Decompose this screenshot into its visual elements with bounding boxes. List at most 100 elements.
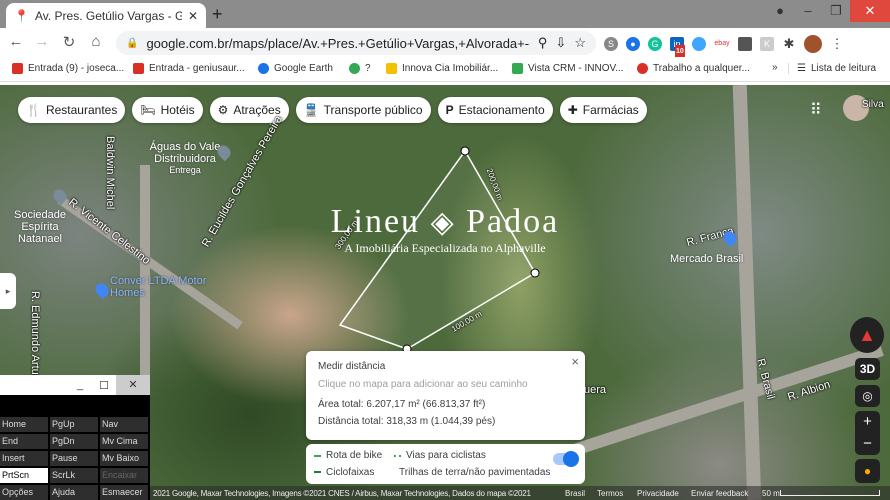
legend-label: Ciclofaixas bbox=[326, 467, 374, 478]
osk-key[interactable]: PgUp bbox=[50, 417, 98, 432]
ebay-extension-icon[interactable]: ebay bbox=[714, 37, 730, 51]
restore-button[interactable]: ❐ bbox=[822, 0, 850, 22]
new-tab-button[interactable]: + bbox=[212, 4, 223, 25]
compass-button[interactable]: ▲ bbox=[850, 317, 884, 353]
grammarly-extension-icon[interactable]: G bbox=[648, 37, 662, 51]
linkedin-extension-icon[interactable]: in10 bbox=[670, 37, 684, 51]
close-button[interactable]: ✕ bbox=[116, 375, 150, 395]
bike-layer-toggle[interactable] bbox=[553, 453, 577, 465]
watermark-tagline: A Imobiliária Especializada no Alphavill… bbox=[310, 241, 580, 256]
blue-extension-icon[interactable]: ● bbox=[626, 37, 640, 51]
maximize-button[interactable]: ☐ bbox=[92, 379, 116, 392]
green-circle-icon bbox=[349, 63, 360, 74]
measure-hint: Clique no mapa para adicionar ao seu cam… bbox=[318, 379, 573, 390]
k-extension-icon[interactable]: K bbox=[760, 37, 774, 51]
side-panel-toggle[interactable]: ▸ bbox=[0, 273, 16, 309]
trabalho-icon bbox=[637, 63, 648, 74]
osk-key[interactable]: Home bbox=[0, 417, 48, 432]
close-window-button[interactable]: ✕ bbox=[850, 0, 890, 22]
watermark-name: Lineu bbox=[331, 203, 420, 240]
osk-key[interactable]: Mv Cima bbox=[100, 434, 148, 449]
terms-link[interactable]: Termos bbox=[597, 489, 623, 498]
location-target-icon: ◎ bbox=[862, 389, 872, 403]
poi-label: Águas do Vale Distribuidora bbox=[150, 141, 221, 165]
measure-title: Medir distância bbox=[318, 361, 573, 372]
tab-title: Av. Pres. Getúlio Vargas - Google bbox=[35, 9, 182, 23]
bookmark[interactable]: ? bbox=[349, 63, 371, 74]
extensions: S ● G in10 ebay K ✱ ⋮ bbox=[604, 35, 884, 53]
osk-key[interactable]: PrtScn bbox=[0, 468, 48, 483]
close-tab-icon[interactable]: ✕ bbox=[188, 9, 198, 23]
install-icon[interactable]: ⇩ bbox=[555, 35, 566, 51]
watermark-name: Padoa bbox=[466, 203, 559, 240]
google-earth-icon bbox=[258, 63, 269, 74]
osk-key[interactable]: PgDn bbox=[50, 434, 98, 449]
osk-key[interactable]: Opções bbox=[0, 485, 48, 500]
poi-sublabel: Entrega bbox=[140, 165, 230, 175]
reload-icon[interactable]: ↻ bbox=[61, 33, 77, 51]
legend-label: Trilhas de terra/não pavimentadas bbox=[399, 467, 550, 478]
minimize-button[interactable]: _ bbox=[68, 379, 92, 391]
gmail-icon bbox=[133, 63, 144, 74]
home-icon[interactable]: ⌂ bbox=[88, 33, 104, 50]
close-icon[interactable]: × bbox=[571, 354, 579, 369]
osk-key[interactable]: Esmaecer bbox=[100, 485, 148, 500]
privacy-link[interactable]: Privacidade bbox=[637, 489, 679, 498]
osk-key[interactable]: End bbox=[0, 434, 48, 449]
measure-point[interactable] bbox=[461, 147, 469, 155]
zoom-out-button[interactable]: − bbox=[855, 433, 880, 455]
legend-item: Trilhas de terra/não pavimentadas bbox=[394, 466, 544, 480]
poi-aguas-do-vale[interactable]: Águas do Vale DistribuidoraEntrega bbox=[140, 141, 230, 175]
3d-button[interactable]: 3D bbox=[855, 358, 880, 380]
more-bookmarks-button[interactable]: » bbox=[772, 62, 778, 73]
legend-label: Rota de bike bbox=[326, 450, 382, 461]
star-icon[interactable]: ☆ bbox=[574, 35, 586, 51]
poi-mercado-brasil[interactable]: Mercado Brasil bbox=[670, 253, 743, 265]
address-toolbar: ← → ↻ ⌂ 🔒 google.com.br/maps/place/Av.+P… bbox=[0, 28, 890, 57]
bookmark-label: Innova Cia Imobiliár... bbox=[402, 63, 498, 74]
poi-sociedade[interactable]: Sociedade Espírita Natanael bbox=[0, 209, 80, 245]
bookmark[interactable]: Vista CRM - INNOV... bbox=[512, 63, 624, 74]
osk-key[interactable]: Pause bbox=[50, 451, 98, 466]
my-location-button[interactable]: ◎ bbox=[855, 385, 880, 407]
address-bar[interactable]: 🔒 google.com.br/maps/place/Av.+Pres.+Get… bbox=[116, 31, 596, 55]
feedback-link[interactable]: Enviar feedback bbox=[691, 489, 748, 498]
minimize-button[interactable]: – bbox=[794, 0, 822, 22]
forward-icon[interactable]: → bbox=[34, 33, 50, 50]
osk-key[interactable]: Mv Baixo bbox=[100, 451, 148, 466]
distance-total: Distância total: 318,33 m (1.044,39 pés) bbox=[318, 416, 573, 427]
bookmark[interactable]: Innova Cia Imobiliár... bbox=[386, 63, 498, 74]
avatar[interactable] bbox=[804, 35, 822, 53]
reading-list-icon: ☰ bbox=[797, 63, 806, 74]
satellite-map[interactable]: 🍴Restaurantes 🛏Hotéis ⚙Atrações 🚆Transpo… bbox=[0, 85, 890, 500]
region-link[interactable]: Brasil bbox=[565, 489, 585, 498]
skype-extension-icon[interactable]: S bbox=[604, 37, 618, 51]
osk-key[interactable]: Ajuda bbox=[50, 485, 98, 500]
bookmark-label: Entrada (9) - joseca... bbox=[28, 63, 124, 74]
bookmark-label: ? bbox=[365, 63, 371, 74]
back-icon[interactable]: ← bbox=[8, 33, 24, 50]
location-icon[interactable]: ⚲ bbox=[538, 35, 548, 51]
bike-legend: Rota de bike Vias para ciclistas Ciclofa… bbox=[306, 444, 585, 484]
street-view-pegman[interactable]: ● bbox=[855, 459, 880, 483]
bookmark[interactable]: Entrada - geniusaur... bbox=[133, 63, 245, 74]
profile-icon[interactable]: ● bbox=[766, 0, 794, 22]
puzzle-icon[interactable]: ✱ bbox=[782, 37, 796, 51]
menu-icon[interactable]: ⋮ bbox=[830, 37, 844, 51]
bookmark[interactable]: Google Earth bbox=[258, 63, 333, 74]
osk-key[interactable]: Insert bbox=[0, 451, 48, 466]
measure-point[interactable] bbox=[531, 269, 539, 277]
translate-extension-icon[interactable] bbox=[738, 37, 752, 51]
zoom-in-button[interactable]: + bbox=[855, 411, 880, 433]
cloud-extension-icon[interactable] bbox=[692, 37, 706, 51]
bookmark[interactable]: Trabalho a qualquer... bbox=[637, 63, 750, 74]
scale-label[interactable]: 50 m bbox=[762, 489, 780, 498]
poi-conver[interactable]: Conver LTDA Motor Homes bbox=[110, 275, 220, 299]
tab-maps[interactable]: 📍 Av. Pres. Getúlio Vargas - Google ✕ bbox=[6, 3, 206, 28]
osk-key[interactable]: ScrLk bbox=[50, 468, 98, 483]
reading-list-button[interactable]: ☰Lista de leitura bbox=[788, 63, 876, 74]
bookmark[interactable]: Entrada (9) - joseca... bbox=[12, 63, 124, 74]
osk-key[interactable]: Nav bbox=[100, 417, 148, 432]
osk-key[interactable]: Encaixar bbox=[100, 468, 148, 483]
measure-distance-panel: Medir distância Clique no mapa para adic… bbox=[306, 351, 585, 440]
